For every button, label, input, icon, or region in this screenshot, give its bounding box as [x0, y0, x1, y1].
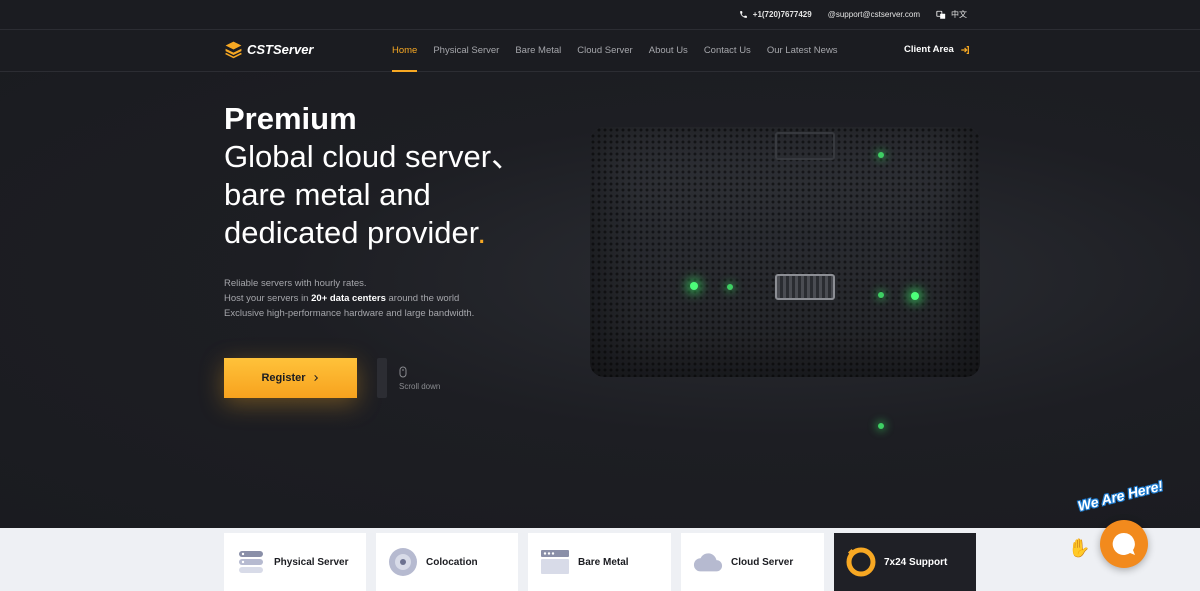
feature-cards: Physical Server Colocation Bare Metal Cl… — [0, 528, 1200, 591]
disc-icon — [388, 547, 418, 577]
hero-desc-line: Reliable servers with hourly rates. — [224, 278, 367, 289]
feature-label: 7x24 Support — [884, 556, 948, 568]
nav-menu: Home Physical Server Bare Metal Cloud Se… — [392, 30, 854, 72]
window-icon — [540, 547, 570, 577]
hero-desc-text: around the world — [385, 293, 460, 304]
hero-description: Reliable servers with hourly rates. Host… — [224, 276, 474, 321]
nav-item-bare-metal[interactable]: Bare Metal — [515, 30, 561, 72]
scroll-down-label: Scroll down — [399, 382, 441, 391]
server-led — [911, 292, 919, 300]
server-top-handle — [775, 132, 835, 160]
hero-desc-highlight: 20+ data centers — [311, 293, 386, 304]
server-led — [878, 423, 884, 429]
chat-button[interactable] — [1100, 520, 1148, 568]
server-led — [878, 152, 884, 158]
hero-desc-line: Host your servers in 20+ data centers ar… — [224, 291, 474, 306]
hero-title-line: dedicated provider. — [224, 214, 522, 252]
hero-section: Premium Global cloud server、 bare metal … — [0, 72, 1200, 528]
feature-label: Colocation — [426, 556, 478, 568]
lifebuoy-icon — [846, 547, 876, 577]
top-bar: +1(720)7677429 @support@cstserver.com 中文 — [0, 0, 1200, 30]
chat-bubble-icon — [1112, 532, 1135, 555]
hero-desc-line: Exclusive high-performance hardware and … — [224, 308, 475, 319]
hero-title-line: Global cloud server、 — [224, 139, 523, 174]
scroll-indicator-bar — [377, 358, 387, 398]
register-button[interactable]: Register — [224, 358, 357, 398]
phone-icon — [739, 11, 747, 18]
chevron-right-icon — [313, 374, 318, 382]
hero-desc-text: Host your servers in — [224, 293, 312, 304]
server-stack-icon — [236, 547, 266, 577]
email-address: @support@cstserver.com — [827, 10, 920, 19]
feature-label: Cloud Server — [731, 556, 794, 568]
feature-card-cloud-server[interactable]: Cloud Server — [681, 533, 824, 591]
feature-card-bare-metal[interactable]: Bare Metal — [528, 533, 671, 591]
main-navigation: CSTServer Home Physical Server Bare Meta… — [0, 30, 1200, 72]
hero-title-text: dedicated provider — [224, 215, 478, 250]
hero-title-strong: Premium — [224, 101, 357, 136]
feature-label: Bare Metal — [578, 556, 629, 568]
server-illustration — [590, 127, 980, 377]
hero-title-dot: . — [477, 215, 486, 250]
nav-item-cloud-server[interactable]: Cloud Server — [577, 30, 632, 72]
cloud-icon — [693, 547, 723, 577]
register-label: Register — [261, 372, 306, 384]
email-contact[interactable]: @support@cstserver.com — [828, 10, 920, 19]
nav-item-about-us[interactable]: About Us — [649, 30, 688, 72]
hero-heading: Premium Global cloud server、 bare metal … — [224, 100, 522, 252]
server-led — [690, 282, 698, 290]
feature-card-physical-server[interactable]: Physical Server — [224, 533, 366, 591]
login-arrow-icon — [961, 45, 969, 54]
nav-item-home[interactable]: Home — [392, 30, 418, 72]
phone-number: +1(720)7677429 — [752, 10, 812, 19]
feature-card-colocation[interactable]: Colocation — [376, 533, 518, 591]
waving-hand-icon: ✋ — [1068, 538, 1091, 558]
brand-name: CSTServer — [247, 42, 314, 57]
language-switch[interactable]: 中文 — [936, 9, 967, 20]
server-front-handle — [775, 274, 835, 300]
server-led — [727, 284, 733, 290]
server-led — [878, 292, 884, 298]
client-area-link[interactable]: Client Area — [904, 44, 970, 55]
feature-label: Physical Server — [274, 556, 349, 568]
mouse-icon — [399, 366, 407, 378]
nav-item-physical-server[interactable]: Physical Server — [433, 30, 499, 72]
logo-icon — [225, 41, 242, 59]
scroll-down-link[interactable]: Scroll down — [399, 366, 440, 391]
client-area-label: Client Area — [904, 44, 954, 55]
translate-icon — [936, 10, 946, 19]
language-label: 中文 — [951, 10, 967, 19]
feature-card-support[interactable]: 7x24 Support — [834, 533, 976, 591]
phone-contact[interactable]: +1(720)7677429 — [739, 10, 812, 19]
nav-item-latest-news[interactable]: Our Latest News — [767, 30, 838, 72]
brand-logo[interactable]: CSTServer — [224, 40, 313, 59]
nav-item-contact-us[interactable]: Contact Us — [704, 30, 751, 72]
hero-title-line: bare metal and — [224, 177, 431, 212]
